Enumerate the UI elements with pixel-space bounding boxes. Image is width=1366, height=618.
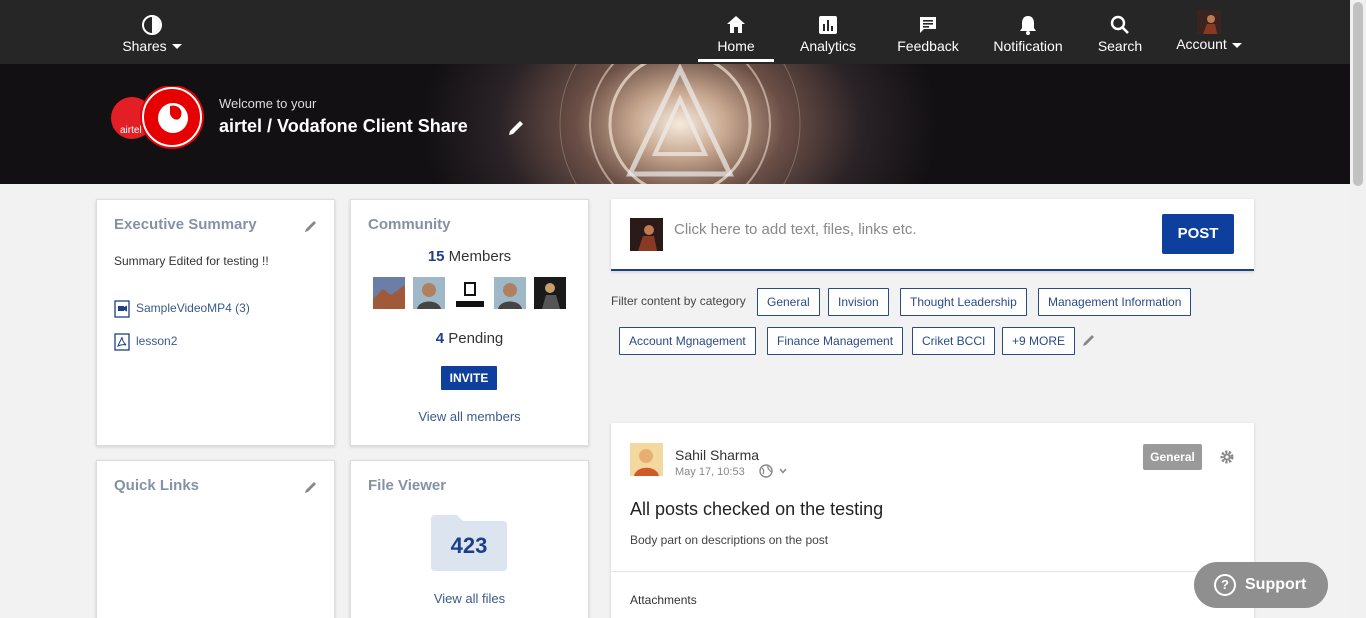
executive-summary-text: Summary Edited for testing !! <box>114 254 269 268</box>
edit-banner-pencil-icon[interactable] <box>506 118 526 138</box>
category-chip-criket-bcci[interactable]: Criket BCCI <box>912 327 996 355</box>
invite-button[interactable]: INVITE <box>441 366 497 390</box>
nav-analytics-label: Analytics <box>799 38 857 54</box>
quick-links-title: Quick Links <box>114 477 200 494</box>
home-icon <box>727 16 745 33</box>
feed-post: Sahil Sharma May 17, 10:53 General All p… <box>611 423 1254 618</box>
category-chip-general[interactable]: General <box>757 288 820 316</box>
executive-summary-title: Executive Summary <box>114 216 257 233</box>
view-all-members-link[interactable]: View all members <box>351 409 588 424</box>
member-avatars <box>351 277 588 309</box>
support-label: Support <box>1245 576 1307 593</box>
member-avatar[interactable] <box>453 277 486 309</box>
search-icon <box>1110 15 1129 34</box>
edit-pencil-icon[interactable] <box>304 219 318 233</box>
globe-icon[interactable] <box>759 464 773 478</box>
file-link-video[interactable]: SampleVideoMP4 (3) <box>114 300 250 318</box>
post-author[interactable]: Sahil Sharma <box>675 447 759 463</box>
executive-summary-card: Executive Summary Summary Edited for tes… <box>96 199 335 446</box>
nav-account-label: Account <box>1174 36 1244 52</box>
file-viewer-title: File Viewer <box>368 477 447 494</box>
gear-icon[interactable] <box>1219 449 1235 465</box>
svg-text:airtel: airtel <box>120 125 142 136</box>
client-logos: airtel <box>111 86 204 149</box>
divider <box>611 571 1254 572</box>
author-avatar[interactable] <box>630 443 663 476</box>
user-avatar <box>1197 10 1221 34</box>
nav-home-label: Home <box>717 38 755 54</box>
post-button[interactable]: POST <box>1162 214 1234 254</box>
support-button[interactable]: ? Support <box>1194 562 1328 608</box>
nav-home[interactable]: Home <box>698 0 774 62</box>
post-input[interactable]: Click here to add text, files, links etc… <box>674 221 917 238</box>
caret-down-icon <box>1231 42 1242 48</box>
post-body: Body part on descriptions on the post <box>630 533 829 547</box>
help-icon: ? <box>1214 574 1236 596</box>
banner-artwork <box>559 64 801 184</box>
nav-notification-label: Notification <box>993 38 1063 54</box>
post-composer: Click here to add text, files, links etc… <box>611 199 1254 271</box>
quick-links-card: Quick Links <box>96 460 335 618</box>
nav-feedback-label: Feedback <box>897 38 959 54</box>
category-chip-management-information[interactable]: Management Information <box>1038 288 1192 316</box>
category-chip-thought-leadership[interactable]: Thought Leadership <box>900 288 1027 316</box>
nav-notification[interactable]: Notification <box>990 0 1066 62</box>
nav-search-label: Search <box>1097 38 1143 54</box>
scrollbar-thumb[interactable] <box>1353 2 1363 186</box>
nav-account[interactable]: Account <box>1174 0 1244 62</box>
file-count: 423 <box>450 533 488 558</box>
shares-menu[interactable]: Shares <box>120 14 184 56</box>
category-chip-account-management[interactable]: Account Mgnagement <box>619 327 756 355</box>
members-count[interactable]: 15 Members <box>351 248 588 265</box>
shares-label: Shares <box>122 38 167 54</box>
bell-icon <box>1020 16 1036 35</box>
attachments-label: Attachments <box>630 593 697 607</box>
community-card: Community 15 Members 4 Pending INVITE Vi… <box>350 199 589 446</box>
category-chip-more[interactable]: +9 MORE <box>1002 327 1076 355</box>
shares-logo-icon <box>142 15 162 35</box>
member-avatar[interactable] <box>372 277 405 309</box>
post-category-badge: General <box>1143 444 1202 470</box>
feedback-icon <box>920 17 936 33</box>
welcome-subtitle: Welcome to your <box>219 96 317 111</box>
post-title: All posts checked on the testing <box>630 499 884 519</box>
analytics-icon <box>819 16 837 34</box>
caret-down-icon <box>171 44 182 50</box>
user-avatar <box>630 218 663 251</box>
nav-search[interactable]: Search <box>1094 0 1146 62</box>
file-link-pdf[interactable]: lesson2 <box>114 333 177 351</box>
nav-feedback[interactable]: Feedback <box>895 0 961 62</box>
edit-categories-pencil-icon[interactable] <box>1082 333 1096 347</box>
category-chip-finance-management[interactable]: Finance Management <box>767 327 904 355</box>
share-title: airtel / Vodafone Client Share <box>219 116 468 136</box>
filter-label: Filter content by category <box>611 294 746 308</box>
pending-count[interactable]: 4 Pending <box>351 330 588 347</box>
chevron-down-icon[interactable] <box>779 468 787 474</box>
scrollbar[interactable] <box>1350 0 1366 618</box>
file-viewer-card: File Viewer 423 View all files <box>350 460 589 618</box>
pdf-file-icon <box>114 333 130 351</box>
nav-analytics[interactable]: Analytics <box>795 0 861 62</box>
top-navigation-bar: Shares Home Analytics Feedback Notificat… <box>0 0 1350 64</box>
community-title: Community <box>368 216 451 233</box>
edit-pencil-icon[interactable] <box>304 480 318 494</box>
video-file-icon <box>114 300 130 318</box>
category-chip-invision[interactable]: Invision <box>828 288 889 316</box>
member-avatar[interactable] <box>413 277 446 309</box>
post-timestamp: May 17, 10:53 <box>675 466 745 478</box>
member-avatar[interactable] <box>534 277 567 309</box>
member-avatar[interactable] <box>493 277 526 309</box>
view-all-files-link[interactable]: View all files <box>351 591 588 606</box>
